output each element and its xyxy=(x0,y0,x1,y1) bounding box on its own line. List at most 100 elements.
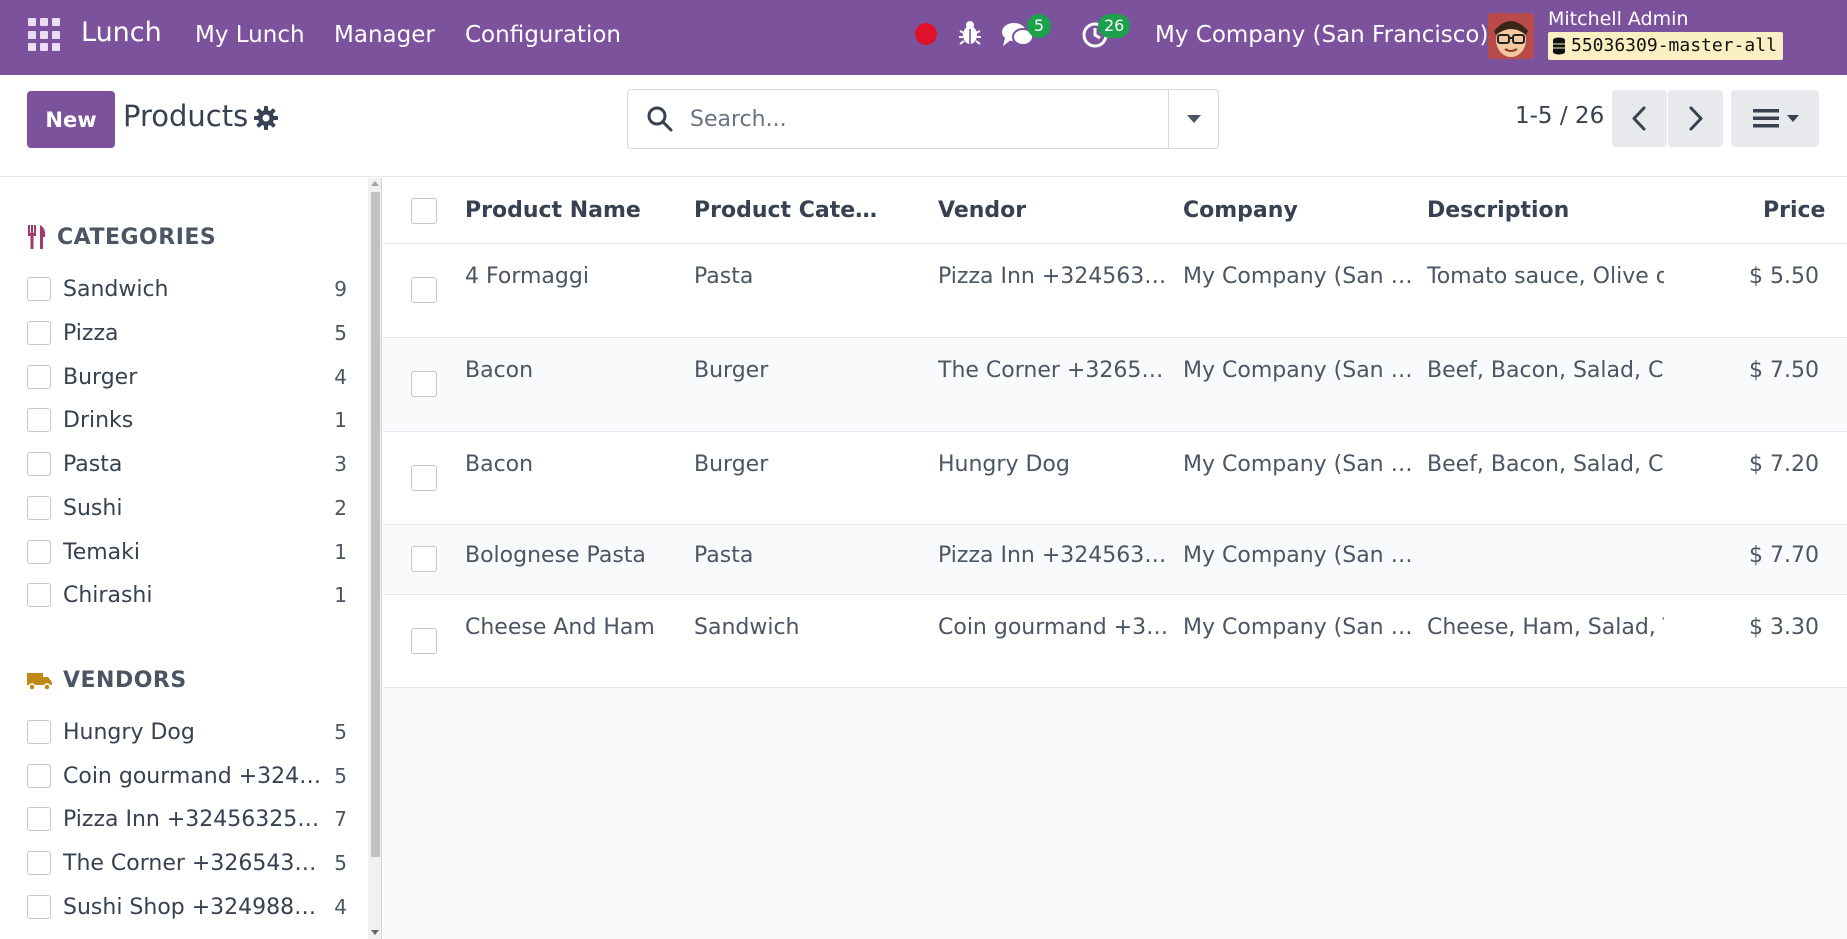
chevron-right-icon xyxy=(1689,106,1703,131)
checkbox[interactable] xyxy=(27,277,51,301)
vendor-filter-item[interactable]: Pizza Inn +32456325289 7 xyxy=(27,801,347,837)
user-name[interactable]: Mitchell Admin xyxy=(1548,8,1688,30)
nav-my-lunch[interactable]: My Lunch xyxy=(195,22,305,48)
company-switcher[interactable]: My Company (San Francisco) xyxy=(1155,22,1488,48)
vendor-filter-item[interactable]: Hungry Dog 5 xyxy=(27,714,347,750)
search-options-toggle[interactable] xyxy=(1168,90,1218,148)
filter-label: Chirashi xyxy=(63,582,153,608)
vendor-filter-item[interactable]: Coin gourmand +32485562388 5 xyxy=(27,758,347,794)
pager-value[interactable]: 1-5 / 26 xyxy=(1515,103,1604,129)
cell-description: Beef, Bacon, Salad, Cheese xyxy=(1427,452,1664,477)
cell-product-name: Cheese And Ham xyxy=(465,615,655,640)
filter-label: Pasta xyxy=(63,451,123,477)
category-filter-item[interactable]: Sandwich 9 xyxy=(27,271,347,307)
checkbox[interactable] xyxy=(27,807,51,831)
row-checkbox[interactable] xyxy=(411,546,437,572)
filter-label: Temaki xyxy=(63,539,140,565)
filter-count: 1 xyxy=(334,408,347,432)
filter-count: 5 xyxy=(334,720,347,744)
checkbox[interactable] xyxy=(27,720,51,744)
user-avatar[interactable] xyxy=(1488,13,1534,59)
column-price[interactable]: Price xyxy=(1763,198,1825,223)
scroll-down-icon[interactable] xyxy=(371,930,379,935)
cell-description: Tomato sauce, Olive oil xyxy=(1427,264,1664,289)
new-button[interactable]: New xyxy=(27,91,115,148)
checkbox[interactable] xyxy=(27,365,51,389)
checkbox[interactable] xyxy=(27,764,51,788)
checkbox[interactable] xyxy=(27,851,51,875)
category-filter-item[interactable]: Burger 4 xyxy=(27,359,347,395)
column-company[interactable]: Company xyxy=(1183,198,1298,223)
filter-count: 4 xyxy=(334,895,347,919)
page-title: Products xyxy=(123,99,249,133)
scroll-up-icon[interactable] xyxy=(371,181,379,186)
nav-configuration[interactable]: Configuration xyxy=(465,22,621,48)
checkbox[interactable] xyxy=(27,496,51,520)
checkbox[interactable] xyxy=(27,408,51,432)
table-row[interactable]: Bolognese Pasta Pasta Pizza Inn +324563…… xyxy=(383,525,1847,595)
filter-count: 5 xyxy=(334,851,347,875)
category-filter-item[interactable]: Pizza 5 xyxy=(27,315,347,351)
category-filter-item[interactable]: Drinks 1 xyxy=(27,402,347,438)
filter-label: Coin gourmand +32485562388 xyxy=(63,763,325,789)
row-checkbox[interactable] xyxy=(411,628,437,654)
filter-label: The Corner +32654321515 xyxy=(63,850,325,876)
filter-label: Pizza xyxy=(63,320,119,346)
checkbox[interactable] xyxy=(27,452,51,476)
table-row[interactable]: 4 Formaggi Pasta Pizza Inn +324563… My C… xyxy=(383,244,1847,338)
cell-vendor: Pizza Inn +324563… xyxy=(938,264,1167,289)
column-description[interactable]: Description xyxy=(1427,198,1569,223)
cell-company: My Company (San … xyxy=(1183,452,1413,477)
filter-count: 9 xyxy=(334,277,347,301)
bug-icon[interactable] xyxy=(958,19,982,47)
chevron-left-icon xyxy=(1632,106,1646,131)
table-header: Product Name Product Cate… Vendor Compan… xyxy=(383,178,1847,244)
vendors-header: VENDORS xyxy=(27,668,187,693)
cell-category: Burger xyxy=(694,452,769,477)
category-filter-item[interactable]: Temaki 1 xyxy=(27,534,347,570)
row-checkbox[interactable] xyxy=(411,371,437,397)
messages-badge: 5 xyxy=(1027,14,1051,38)
checkbox[interactable] xyxy=(27,895,51,919)
column-product-name[interactable]: Product Name xyxy=(465,198,641,223)
gear-icon[interactable] xyxy=(254,106,278,130)
table-row[interactable]: Bacon Burger Hungry Dog My Company (San … xyxy=(383,432,1847,525)
filter-count: 4 xyxy=(334,365,347,389)
cell-price: $ 5.50 xyxy=(1749,264,1819,289)
cutlery-icon xyxy=(28,225,46,249)
row-checkbox[interactable] xyxy=(411,277,437,303)
checkbox[interactable] xyxy=(27,321,51,345)
vendor-filter-item[interactable]: The Corner +32654321515 5 xyxy=(27,845,347,881)
control-panel: New Products 1-5 / 26 xyxy=(0,75,1847,177)
cell-product-name: 4 Formaggi xyxy=(465,264,589,289)
select-all-checkbox[interactable] xyxy=(411,198,437,224)
sidebar-scrollbar[interactable] xyxy=(368,178,382,939)
column-vendor[interactable]: Vendor xyxy=(938,198,1026,223)
record-icon[interactable] xyxy=(915,23,937,45)
cell-vendor: Hungry Dog xyxy=(938,452,1070,477)
column-product-category[interactable]: Product Cate… xyxy=(694,198,877,223)
row-checkbox[interactable] xyxy=(411,465,437,491)
category-filter-item[interactable]: Pasta 3 xyxy=(27,446,347,482)
pager-next-button[interactable] xyxy=(1668,90,1723,147)
filter-label: Sandwich xyxy=(63,276,169,302)
checkbox[interactable] xyxy=(27,583,51,607)
table-row[interactable]: Cheese And Ham Sandwich Coin gourmand +3… xyxy=(383,595,1847,688)
search-input[interactable] xyxy=(690,100,1130,138)
list-view-icon xyxy=(1753,109,1799,128)
table-row[interactable]: Bacon Burger The Corner +3265… My Compan… xyxy=(383,338,1847,432)
vendor-filter-item[interactable]: Sushi Shop +32498856254 4 xyxy=(27,889,347,925)
apps-menu-icon[interactable] xyxy=(28,18,62,52)
view-switcher-button[interactable] xyxy=(1731,90,1819,147)
pager-previous-button[interactable] xyxy=(1612,90,1667,147)
app-name[interactable]: Lunch xyxy=(81,17,162,48)
filter-label: Sushi Shop +32498856254 xyxy=(63,894,325,920)
filter-label: Pizza Inn +32456325289 xyxy=(63,806,325,832)
category-filter-item[interactable]: Sushi 2 xyxy=(27,490,347,526)
list-view: Product Name Product Cate… Vendor Compan… xyxy=(383,178,1847,939)
cell-company: My Company (San … xyxy=(1183,264,1413,289)
nav-manager[interactable]: Manager xyxy=(334,22,435,48)
category-filter-item[interactable]: Chirashi 1 xyxy=(27,577,347,613)
checkbox[interactable] xyxy=(27,540,51,564)
scrollbar-thumb[interactable] xyxy=(371,192,380,857)
